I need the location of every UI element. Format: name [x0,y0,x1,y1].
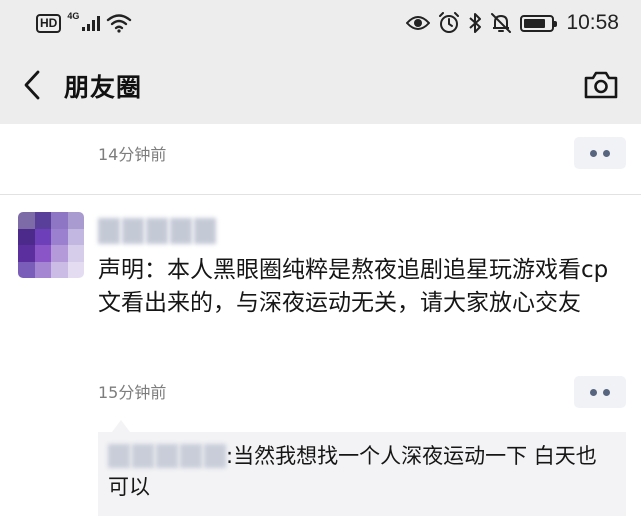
post-text: 声明：本人黑眼圈纯粹是熬夜追剧追星玩游戏看cp文看出来的，与深夜运动无关，请大家… [98,257,609,316]
wifi-icon [107,14,132,33]
battery-icon [520,14,558,32]
comment-text[interactable]: :当然我想找一个人深夜运动一下 白天也可以 [108,441,616,503]
post-divider [0,194,641,195]
post-author-name-blurred[interactable] [98,218,216,244]
nav-bar: 朋友圈 [0,46,641,124]
comment-box-pointer [112,420,130,432]
alarm-icon [439,12,460,33]
prev-post-more-button[interactable] [574,137,626,169]
chevron-left-icon [24,70,40,100]
more-dot-icon [590,149,597,157]
moments-feed: 14分钟前 声明：本人黑眼圈纯粹是熬夜追剧追星玩游戏看cp文看出来的，与深夜运动… [0,124,641,531]
post-timestamp: 15分钟前 [98,383,167,402]
more-dot-icon [590,388,597,396]
camera-button[interactable] [583,68,619,102]
more-dot-icon [603,149,610,157]
back-button[interactable] [18,68,48,102]
page-title: 朋友圈 [64,73,143,102]
prev-post-timestamp: 14分钟前 [98,145,167,164]
mute-icon [491,13,512,33]
battery-level [524,18,546,28]
camera-icon [584,71,618,99]
signal-icon [82,15,101,31]
avatar[interactable] [18,212,84,278]
comment-box: :当然我想找一个人深夜运动一下 白天也可以 [98,432,626,516]
status-bar: HD 4G 10:58 [0,0,641,46]
eye-icon [406,16,431,30]
bluetooth-icon [469,13,482,33]
status-time: 10:58 [566,11,619,34]
status-left: HD 4G [36,10,132,36]
status-right: 10:58 [406,9,619,37]
network-type-label: 4G [67,11,80,21]
hd-icon: HD [36,13,62,33]
post-more-button[interactable] [574,376,626,408]
more-dot-icon [603,388,610,396]
